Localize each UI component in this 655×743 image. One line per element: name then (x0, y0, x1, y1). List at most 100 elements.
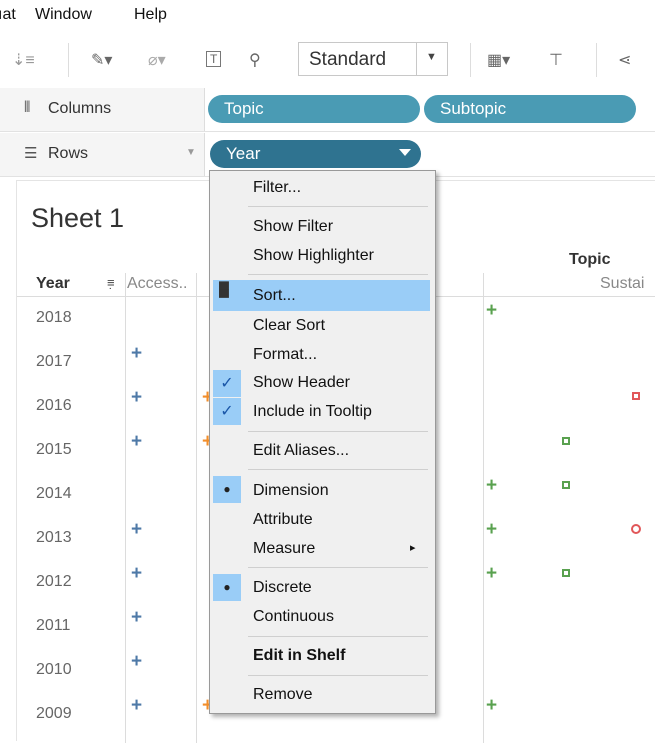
menu-item-show-highlighter[interactable]: Show Highlighter (253, 247, 374, 265)
toolbar: ⇣≡ ✎▾ ⌀▾ T ⚲ Standard ▼ ▦▾ ⊤ ⋖ (0, 30, 655, 91)
square-mark[interactable] (632, 392, 640, 400)
menu-window[interactable]: Window (35, 6, 92, 24)
menu-separator (248, 206, 428, 207)
context-menu: Filter... Show Filter Show Highlighter ▀… (209, 170, 436, 714)
year-label: 2015 (36, 441, 72, 458)
plus-mark[interactable]: + (486, 476, 497, 495)
sort-icon[interactable]: ⇣≡ (12, 50, 35, 70)
sheet-title: Sheet 1 (31, 203, 125, 233)
menu-item-highlight (213, 280, 430, 311)
menu-help[interactable]: Help (134, 6, 167, 24)
column-divider (125, 273, 126, 743)
menu-item-sort[interactable]: Sort... (253, 287, 296, 305)
view-mode-dropdown[interactable]: ▼ (416, 43, 447, 75)
plus-mark[interactable]: + (486, 564, 497, 583)
menu-item-show-header[interactable]: Show Header (253, 374, 350, 392)
menu-separator (248, 274, 428, 275)
pin-icon[interactable]: ⚲ (249, 50, 261, 70)
radio-dot-icon: ● (213, 476, 241, 503)
sort-indicator-icon[interactable]: ≡̣ (107, 275, 115, 290)
checkmark-icon: ✓ (213, 398, 241, 425)
menu-item-edit-in-shelf[interactable]: Edit in Shelf (253, 647, 345, 665)
plus-mark[interactable]: + (131, 608, 142, 627)
plus-mark[interactable]: + (131, 344, 142, 363)
plus-mark[interactable]: + (486, 301, 497, 320)
rows-icon: ☰ (24, 145, 38, 162)
menu-item-continuous[interactable]: Continuous (253, 608, 334, 626)
columns-icon: ⫴ (24, 99, 31, 116)
subtopic-pill-label: Subtopic (440, 99, 507, 118)
year-label: 2013 (36, 529, 72, 546)
menu-separator (248, 567, 428, 568)
menu-item-edit-aliases[interactable]: Edit Aliases... (253, 442, 349, 460)
year-label: 2017 (36, 353, 72, 370)
year-pill-label: Year (226, 144, 261, 163)
menu-separator (248, 469, 428, 470)
highlight-pen-icon[interactable]: ✎▾ (91, 50, 112, 70)
menu-item-measure[interactable]: Measure (253, 540, 315, 558)
toolbar-divider (68, 43, 69, 77)
rows-shelf-label: Rows (48, 145, 89, 162)
square-mark[interactable] (562, 569, 570, 577)
year-label: 2012 (36, 573, 72, 590)
column-divider (483, 273, 484, 743)
year-pill[interactable]: Year (210, 140, 421, 168)
plus-mark[interactable]: + (131, 696, 142, 715)
dropdown-arrow-icon: ▼ (426, 51, 437, 63)
radio-dot-icon: ● (213, 574, 241, 601)
view-mode-value: Standard (309, 49, 387, 70)
presentation-icon[interactable]: ⊤ (549, 50, 563, 70)
view-mode-select[interactable]: Standard ▼ (298, 42, 448, 76)
column-header-topic: Topic (569, 251, 611, 268)
year-label: 2018 (36, 309, 72, 326)
dropdown-arrow-icon[interactable] (399, 149, 411, 156)
subtopic-pill[interactable]: Subtopic (424, 95, 636, 123)
menu-item-attribute[interactable]: Attribute (253, 511, 313, 529)
year-label: 2016 (36, 397, 72, 414)
text-icon[interactable]: T (206, 51, 222, 67)
topic-pill-label: Topic (224, 99, 264, 118)
topic-pill[interactable]: Topic (208, 95, 420, 123)
menu-separator (248, 636, 428, 637)
column-divider (196, 273, 197, 743)
submenu-arrow-icon: ▸ (410, 542, 416, 554)
chevron-down-icon[interactable]: ▼ (186, 147, 196, 158)
columns-shelf: ⫴ Columns Topic Subtopic (0, 88, 655, 132)
paperclip-icon[interactable]: ⌀▾ (148, 50, 166, 70)
share-icon[interactable]: ⋖ (618, 50, 631, 70)
menu-bar: ıat Window Help (0, 0, 655, 30)
columns-shelf-label: Columns (48, 100, 112, 117)
menu-item-dimension[interactable]: Dimension (253, 482, 329, 500)
menu-item-remove[interactable]: Remove (253, 686, 313, 704)
menu-item-discrete[interactable]: Discrete (253, 579, 312, 597)
sort-icon: ▀ ▀ (219, 281, 229, 305)
menu-item-format[interactable]: Format... (253, 346, 317, 364)
menu-separator (248, 431, 428, 432)
toolbar-divider (596, 43, 597, 77)
plus-mark[interactable]: + (131, 564, 142, 583)
menu-separator (248, 675, 428, 676)
menu-item-clear-sort[interactable]: Clear Sort (253, 317, 325, 335)
plus-mark[interactable]: + (131, 388, 142, 407)
menu-format[interactable]: ıat (0, 6, 16, 24)
square-mark[interactable] (562, 481, 570, 489)
plus-mark[interactable]: + (486, 696, 497, 715)
menu-item-filter[interactable]: Filter... (253, 179, 301, 197)
year-label: 2010 (36, 661, 72, 678)
column-header-sustainability: Sustai (600, 275, 645, 292)
menu-item-include-in-tooltip[interactable]: Include in Tooltip (253, 403, 372, 421)
column-header-access: Access.. (127, 275, 188, 292)
plus-mark[interactable]: + (131, 432, 142, 451)
plus-mark[interactable]: + (131, 520, 142, 539)
circle-mark[interactable] (631, 524, 641, 534)
square-mark[interactable] (562, 437, 570, 445)
toolbar-divider (470, 43, 471, 77)
columns-drop-zone[interactable]: Topic Subtopic (204, 88, 655, 131)
show-me-icon[interactable]: ▦▾ (487, 50, 510, 70)
plus-mark[interactable]: + (131, 652, 142, 671)
year-label: 2014 (36, 485, 72, 502)
plus-mark[interactable]: + (486, 520, 497, 539)
year-label: 2011 (36, 617, 71, 634)
checkmark-icon: ✓ (213, 370, 241, 397)
menu-item-show-filter[interactable]: Show Filter (253, 218, 333, 236)
